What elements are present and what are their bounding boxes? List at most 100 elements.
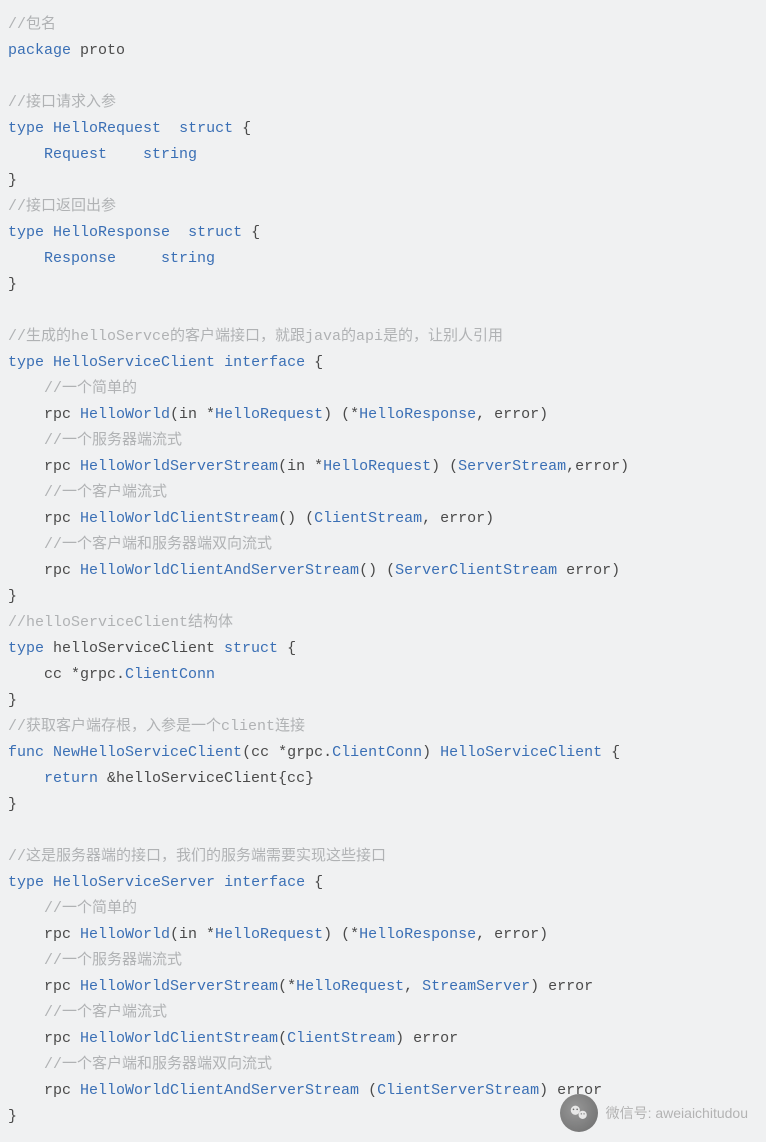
code-token: //一个客户端和服务器端双向流式	[44, 536, 272, 553]
code-token: HelloResponse	[53, 224, 170, 241]
code-line: //接口请求入参	[8, 94, 116, 111]
code-token: helloServiceClient	[44, 640, 224, 657]
code-token	[215, 874, 224, 891]
code-token: struct	[179, 120, 233, 137]
code-token: HelloResponse	[359, 406, 476, 423]
code-token: type	[8, 354, 44, 371]
code-line: type helloServiceClient struct {	[8, 640, 296, 657]
code-token: {	[278, 640, 296, 657]
code-line: Request string	[8, 146, 197, 163]
code-token	[215, 354, 224, 371]
code-token: HelloWorldClientStream	[80, 1030, 278, 1047]
code-token: func	[8, 744, 44, 761]
code-token: type	[8, 120, 44, 137]
code-token: //一个客户端流式	[44, 484, 167, 501]
code-block: //包名 package proto //接口请求入参 type HelloRe…	[0, 0, 766, 1142]
code-token: (in *	[170, 926, 215, 943]
code-token: interface	[224, 874, 305, 891]
code-token: HelloRequest	[53, 120, 161, 137]
code-line: rpc HelloWorldServerStream(*HelloRequest…	[8, 978, 593, 995]
code-token	[8, 536, 44, 553]
code-token: }	[8, 172, 17, 189]
code-line: }	[8, 172, 17, 189]
code-token: ClientConn	[332, 744, 422, 761]
code-line: package proto	[8, 42, 125, 59]
code-token: //接口返回出参	[8, 198, 116, 215]
code-line	[8, 302, 17, 319]
code-token: NewHelloServiceClient	[53, 744, 242, 761]
code-token: rpc	[8, 1030, 80, 1047]
code-token: HelloWorld	[80, 406, 170, 423]
code-line: //一个客户端流式	[8, 484, 167, 501]
code-line: return &helloServiceClient{cc}	[8, 770, 314, 787]
code-token: HelloWorld	[80, 926, 170, 943]
code-line	[8, 68, 17, 85]
code-token: HelloRequest	[296, 978, 404, 995]
code-token: HelloRequest	[215, 926, 323, 943]
code-token: package	[8, 42, 71, 59]
code-token: ) error	[530, 978, 593, 995]
code-token	[8, 900, 44, 917]
code-token: rpc	[8, 562, 80, 579]
wechat-watermark: 微信号: aweiaichitudou	[560, 1094, 748, 1132]
code-token: struct	[224, 640, 278, 657]
code-line: //包名	[8, 16, 56, 33]
code-line: //一个客户端和服务器端双向流式	[8, 536, 272, 553]
code-token: Response	[44, 250, 116, 267]
code-token: string	[161, 250, 215, 267]
code-token: StreamServer	[422, 978, 530, 995]
code-token: //一个简单的	[44, 380, 137, 397]
code-token	[8, 250, 44, 267]
code-token	[8, 146, 44, 163]
code-line: }	[8, 692, 17, 709]
code-token: (in *	[170, 406, 215, 423]
code-token: ServerStream	[458, 458, 566, 475]
code-line: //一个简单的	[8, 380, 137, 397]
code-token: type	[8, 640, 44, 657]
code-token: HelloServiceClient	[53, 354, 215, 371]
code-token: (	[278, 1030, 287, 1047]
code-token: HelloWorldClientStream	[80, 510, 278, 527]
code-token: , error)	[476, 406, 548, 423]
code-token: HelloServiceClient	[440, 744, 602, 761]
code-token: (*	[278, 978, 296, 995]
code-line: type HelloRequest struct {	[8, 120, 251, 137]
code-token: //一个服务器端流式	[44, 432, 182, 449]
wechat-icon	[560, 1094, 598, 1132]
code-token: HelloResponse	[359, 926, 476, 943]
code-token: HelloWorldServerStream	[80, 978, 278, 995]
code-token: )	[422, 744, 440, 761]
code-token: HelloServiceServer	[53, 874, 215, 891]
code-line: //一个服务器端流式	[8, 952, 182, 969]
code-token: (cc *grpc.	[242, 744, 332, 761]
code-token: ) (	[431, 458, 458, 475]
code-line: }	[8, 588, 17, 605]
code-line: //一个简单的	[8, 900, 137, 917]
code-token: (	[359, 1082, 377, 1099]
code-line: rpc HelloWorld(in *HelloRequest) (*Hello…	[8, 926, 548, 943]
code-line: }	[8, 276, 17, 293]
code-token: //一个简单的	[44, 900, 137, 917]
code-token: type	[8, 874, 44, 891]
code-token: ClientStream	[287, 1030, 395, 1047]
code-line: rpc HelloWorldClientStream(ClientStream)…	[8, 1030, 458, 1047]
code-token: proto	[71, 42, 125, 59]
code-token	[170, 224, 188, 241]
code-token: ) error	[395, 1030, 458, 1047]
code-token: HelloRequest	[215, 406, 323, 423]
code-token: HelloRequest	[323, 458, 431, 475]
code-line: rpc HelloWorldServerStream(in *HelloRequ…	[8, 458, 629, 475]
code-token: ,error)	[566, 458, 629, 475]
code-token: HelloWorldClientAndServerStream	[80, 1082, 359, 1099]
code-token: }	[8, 796, 17, 813]
code-token: struct	[188, 224, 242, 241]
code-token: ServerClientStream	[395, 562, 557, 579]
code-line: type HelloServiceServer interface {	[8, 874, 323, 891]
code-line: //一个客户端和服务器端双向流式	[8, 1056, 272, 1073]
code-token: }	[8, 276, 17, 293]
code-token: rpc	[8, 458, 80, 475]
code-token	[44, 744, 53, 761]
code-line: rpc HelloWorldClientStream() (ClientStre…	[8, 510, 494, 527]
code-line: rpc HelloWorldClientAndServerStream() (S…	[8, 562, 620, 579]
code-token	[44, 224, 53, 241]
